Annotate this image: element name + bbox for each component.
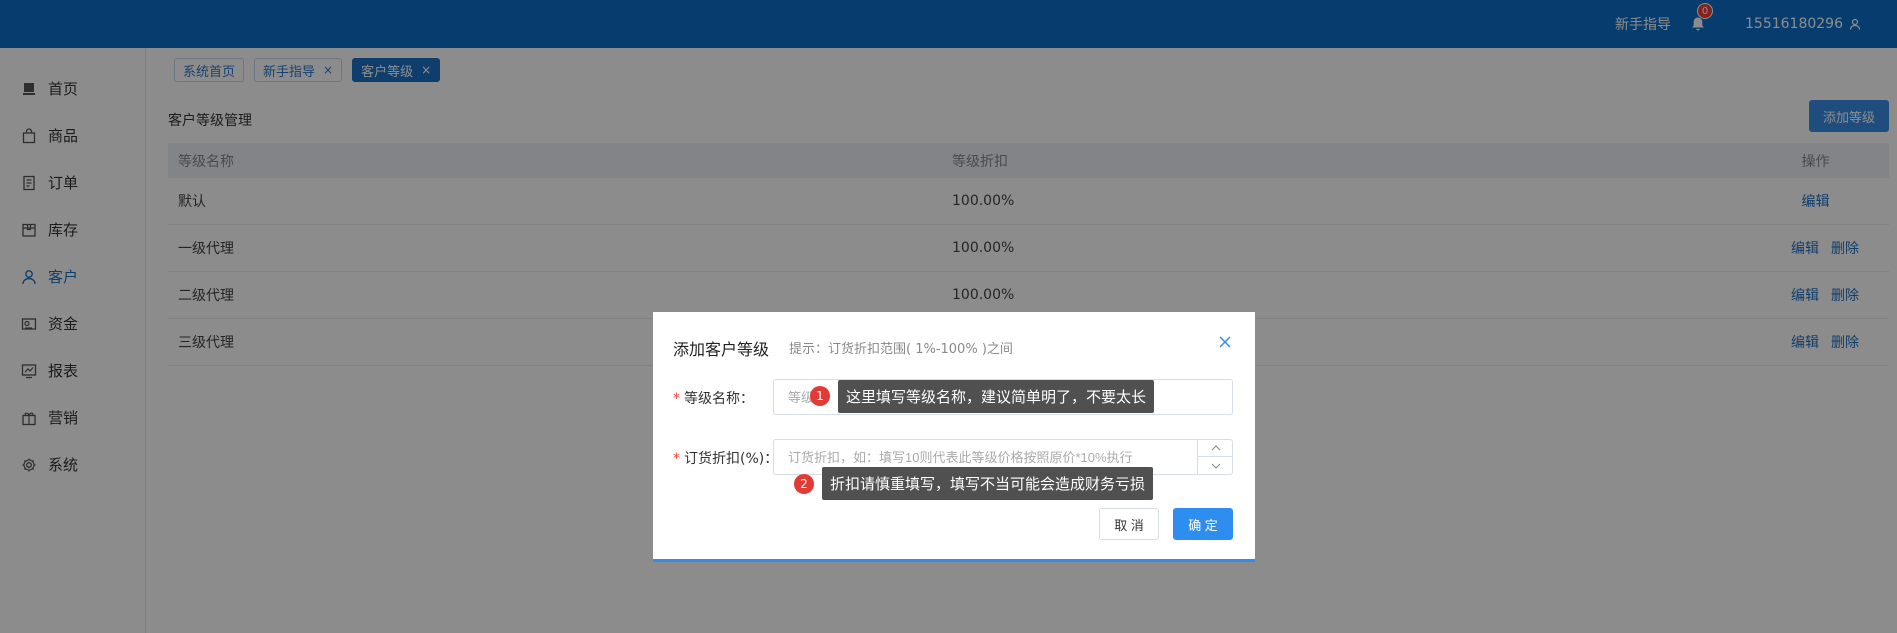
chevron-up-icon	[1211, 444, 1220, 450]
required-mark: *	[673, 391, 680, 407]
discount-tooltip: 折扣请慎重填写，填写不当可能会造成财务亏损	[822, 467, 1154, 500]
dialog-title: 添加客户等级	[673, 340, 770, 359]
label-text: 订货折扣(%)：	[684, 451, 779, 467]
close-icon[interactable]	[1217, 334, 1233, 350]
tooltip-number: 1	[810, 386, 830, 406]
stepper-down[interactable]	[1198, 457, 1233, 475]
cancel-button[interactable]: 取 消	[1099, 508, 1159, 540]
confirm-button[interactable]: 确 定	[1173, 508, 1233, 540]
chevron-down-icon	[1211, 463, 1220, 469]
add-level-dialog: 添加客户等级 提示：订货折扣范围( 1%-100% )之间 *等级名称： *订货…	[653, 312, 1255, 562]
discount-stepper	[1197, 439, 1233, 475]
tooltip-number: 2	[794, 474, 814, 494]
required-mark: *	[673, 451, 680, 467]
stepper-up[interactable]	[1198, 439, 1233, 457]
label-text: 等级名称：	[684, 391, 754, 407]
dialog-hint: 提示：订货折扣范围( 1%-100% )之间	[789, 342, 1013, 357]
discount-label: * 订货折扣(%)：	[673, 448, 778, 468]
level-name-label: * 等级名称：	[673, 388, 754, 408]
name-tooltip: 这里填写等级名称，建议简单明了，不要太长	[838, 380, 1155, 413]
